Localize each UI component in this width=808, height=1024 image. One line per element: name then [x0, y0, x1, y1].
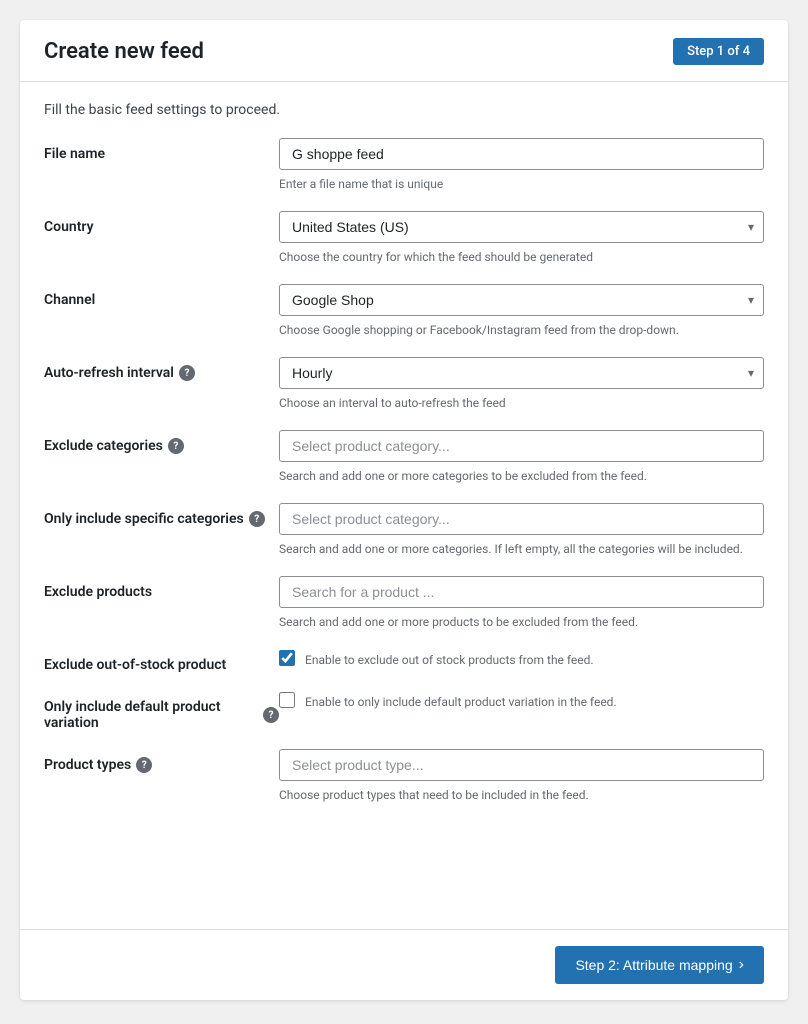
page-footer: Step 2: Attribute mapping ›	[20, 929, 788, 1000]
include-categories-label: Only include specific categories ?	[44, 503, 279, 527]
auto-refresh-help-icon[interactable]: ?	[179, 365, 195, 381]
default-variation-checkbox-row: Enable to only include default product v…	[279, 691, 764, 711]
exclude-stock-checkbox[interactable]	[279, 650, 295, 666]
page-header: Create new feed Step 1 of 4	[20, 20, 788, 82]
auto-refresh-label: Auto-refresh interval ?	[44, 357, 279, 381]
next-arrow-icon: ›	[739, 956, 744, 974]
step-badge: Step 1 of 4	[673, 38, 764, 65]
channel-select[interactable]: Google Shop Facebook/Instagram	[279, 284, 764, 316]
exclude-products-label: Exclude products	[44, 576, 279, 600]
country-field: United States (US) United Kingdom (UK) C…	[279, 211, 764, 266]
auto-refresh-hint: Choose an interval to auto-refresh the f…	[279, 394, 764, 412]
default-variation-hint: Enable to only include default product v…	[305, 691, 617, 711]
exclude-stock-field: Enable to exclude out of stock products …	[279, 649, 764, 669]
exclude-stock-row: Exclude out-of-stock product Enable to e…	[44, 649, 764, 673]
include-categories-hint: Search and add one or more categories. I…	[279, 540, 764, 558]
default-variation-checkbox[interactable]	[279, 692, 295, 708]
exclude-products-field: Search and add one or more products to b…	[279, 576, 764, 631]
default-variation-label: Only include default product variation ?	[44, 691, 279, 731]
file-name-hint: Enter a file name that is unique	[279, 175, 764, 193]
channel-select-wrapper: Google Shop Facebook/Instagram ▾	[279, 284, 764, 316]
exclude-categories-input[interactable]	[279, 430, 764, 462]
exclude-stock-hint: Enable to exclude out of stock products …	[305, 649, 594, 669]
next-step-label: Step 2: Attribute mapping	[575, 957, 732, 973]
country-label: Country	[44, 211, 279, 235]
page-title: Create new feed	[44, 39, 204, 64]
product-types-help-icon[interactable]: ?	[136, 757, 152, 773]
include-categories-row: Only include specific categories ? Searc…	[44, 503, 764, 558]
country-select[interactable]: United States (US) United Kingdom (UK) C…	[279, 211, 764, 243]
form-body: File name Enter a file name that is uniq…	[20, 128, 788, 929]
exclude-products-input[interactable]	[279, 576, 764, 608]
auto-refresh-select[interactable]: Hourly Daily Weekly Never	[279, 357, 764, 389]
channel-row: Channel Google Shop Facebook/Instagram ▾…	[44, 284, 764, 339]
default-variation-row: Only include default product variation ?…	[44, 691, 764, 731]
next-step-button[interactable]: Step 2: Attribute mapping ›	[555, 946, 764, 984]
exclude-stock-checkbox-row: Enable to exclude out of stock products …	[279, 649, 764, 669]
auto-refresh-row: Auto-refresh interval ? Hourly Daily Wee…	[44, 357, 764, 412]
channel-label: Channel	[44, 284, 279, 308]
auto-refresh-field: Hourly Daily Weekly Never ▾ Choose an in…	[279, 357, 764, 412]
exclude-categories-hint: Search and add one or more categories to…	[279, 467, 764, 485]
page-container: Create new feed Step 1 of 4 Fill the bas…	[20, 20, 788, 1000]
product-types-input[interactable]	[279, 749, 764, 781]
exclude-categories-row: Exclude categories ? Search and add one …	[44, 430, 764, 485]
product-types-hint: Choose product types that need to be inc…	[279, 786, 764, 804]
country-hint: Choose the country for which the feed sh…	[279, 248, 764, 266]
country-row: Country United States (US) United Kingdo…	[44, 211, 764, 266]
exclude-categories-label: Exclude categories ?	[44, 430, 279, 454]
file-name-input[interactable]	[279, 138, 764, 170]
file-name-field: Enter a file name that is unique	[279, 138, 764, 193]
country-select-wrapper: United States (US) United Kingdom (UK) C…	[279, 211, 764, 243]
exclude-products-row: Exclude products Search and add one or m…	[44, 576, 764, 631]
exclude-categories-help-icon[interactable]: ?	[168, 438, 184, 454]
product-types-field: Choose product types that need to be inc…	[279, 749, 764, 804]
product-types-row: Product types ? Choose product types tha…	[44, 749, 764, 804]
include-categories-field: Search and add one or more categories. I…	[279, 503, 764, 558]
channel-field: Google Shop Facebook/Instagram ▾ Choose …	[279, 284, 764, 339]
exclude-products-hint: Search and add one or more products to b…	[279, 613, 764, 631]
default-variation-help-icon[interactable]: ?	[263, 707, 279, 723]
default-variation-field: Enable to only include default product v…	[279, 691, 764, 711]
product-types-label: Product types ?	[44, 749, 279, 773]
file-name-row: File name Enter a file name that is uniq…	[44, 138, 764, 193]
exclude-categories-field: Search and add one or more categories to…	[279, 430, 764, 485]
file-name-label: File name	[44, 138, 279, 162]
exclude-stock-label: Exclude out-of-stock product	[44, 649, 279, 673]
auto-refresh-select-wrapper: Hourly Daily Weekly Never ▾	[279, 357, 764, 389]
channel-hint: Choose Google shopping or Facebook/Insta…	[279, 321, 764, 339]
include-categories-input[interactable]	[279, 503, 764, 535]
page-subtitle: Fill the basic feed settings to proceed.	[20, 82, 788, 128]
include-categories-help-icon[interactable]: ?	[249, 511, 265, 527]
